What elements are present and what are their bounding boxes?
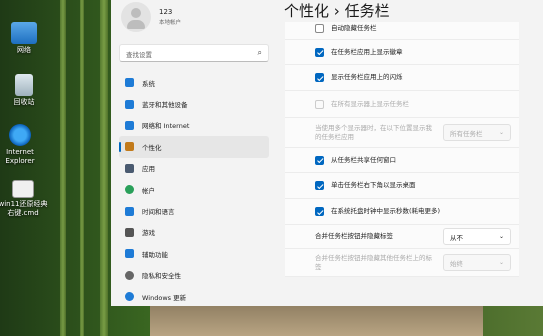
breadcrumb-current: 任务栏 [344, 2, 390, 20]
multi-monitor-dropdown: 所有任务栏 ⌄ [443, 124, 511, 141]
sidebar-item-label: 网络和 Internet [142, 122, 190, 131]
checkbox-badges[interactable] [315, 47, 324, 57]
avatar [121, 2, 151, 32]
option-label: 当使用多个显示器时，在以下位置显示我的任务栏应用 [315, 123, 432, 141]
bluetooth-icon [125, 99, 134, 109]
sidebar-item-label: 系统 [142, 79, 155, 88]
sidebar-item-8[interactable]: 辅助功能 [119, 243, 269, 264]
search-input[interactable]: 查找设置 ⌕ [119, 44, 269, 62]
apps-icon [125, 163, 134, 173]
system-icon [125, 78, 134, 88]
chevron-down-icon: ⌄ [498, 129, 504, 136]
sidebar-item-label: Windows 更新 [142, 293, 187, 302]
sidebar-item-6[interactable]: 时间和语言 [119, 200, 269, 221]
cmd-file-icon [12, 180, 34, 198]
option-label: 合并任务栏按钮并隐藏其他任务栏上的标签 [315, 253, 432, 271]
combine-main-dropdown[interactable]: 从不 ⌄ [443, 228, 511, 245]
breadcrumb-parent[interactable]: 个性化 [284, 2, 329, 20]
desktop-icon-ie[interactable]: Internet Explorer [0, 124, 44, 166]
sidebar-item-0[interactable]: 系统 [119, 72, 269, 93]
sidebar-item-10[interactable]: Windows 更新 [119, 286, 269, 306]
account-icon [125, 185, 134, 195]
sidebar-item-label: 游戏 [142, 229, 155, 238]
option-label: 在任务栏应用上显示徽章 [331, 47, 403, 56]
desktop-icon-label: win11还原经典右键.cmd [0, 200, 48, 217]
checkbox-flashing[interactable] [315, 73, 324, 82]
option-label: 从任务栏共享任何窗口 [331, 155, 396, 164]
chevron-down-icon: ⌄ [498, 233, 504, 240]
checkbox-auto-hide[interactable] [315, 24, 324, 33]
checkbox-clock-seconds[interactable] [315, 207, 324, 216]
combine-other-dropdown: 始终 ⌄ [443, 254, 511, 271]
taskbar-behaviors-list: 自动隐藏任务栏 在任务栏应用上显示徽章 显示任务栏应用上的闪烁 在所有显示器上显… [285, 22, 519, 277]
network-wifi-icon [125, 120, 134, 130]
option-badges[interactable]: 在任务栏应用上显示徽章 [285, 40, 519, 65]
settings-sidebar: 123 本地帐户 查找设置 ⌕ 系统蓝牙和其他设备 网络和 Internet 个性化… [111, 0, 283, 306]
option-combine-main: 合并任务栏按钮并隐藏标签 从不 ⌄ [285, 225, 519, 249]
windows-update-icon [125, 292, 134, 302]
privacy-shield-icon [125, 270, 134, 280]
settings-window: 123 本地帐户 查找设置 ⌕ 系统蓝牙和其他设备 网络和 Internet 个性化… [111, 0, 543, 306]
accessibility-icon [125, 249, 134, 259]
sidebar-item-5[interactable]: 帐户 [119, 179, 269, 200]
option-label: 在系统托盘时钟中显示秒数(耗电更多) [331, 207, 441, 215]
sidebar-item-label: 个性化 [142, 143, 162, 152]
dropdown-value: 所有任务栏 [450, 129, 483, 138]
option-label: 单击任务栏右下角以显示桌面 [331, 181, 416, 189]
checkbox-share-window[interactable] [315, 155, 324, 165]
option-auto-hide[interactable]: 自动隐藏任务栏 [285, 22, 519, 40]
dropdown-value: 从不 [450, 233, 463, 242]
page-title: 个性化 › 任务栏 [284, 0, 390, 21]
user-profile[interactable]: 123 本地帐户 [121, 2, 181, 32]
option-all-displays: 在所有显示器上显示任务栏 [285, 91, 519, 118]
option-label: 显示任务栏应用上的闪烁 [331, 73, 403, 81]
gaming-icon [125, 227, 134, 237]
option-label: 在所有显示器上显示任务栏 [331, 99, 409, 108]
search-icon: ⌕ [257, 48, 262, 57]
time-language-icon [125, 206, 134, 216]
search-placeholder: 查找设置 [126, 51, 152, 59]
sidebar-item-4[interactable]: 应用 [119, 158, 269, 179]
chevron-down-icon: ⌄ [498, 259, 504, 266]
sidebar-item-1[interactable]: 蓝牙和其他设备 [119, 93, 269, 114]
ie-icon [9, 124, 31, 146]
dropdown-value: 始终 [450, 259, 463, 268]
sidebar-item-label: 应用 [142, 165, 155, 174]
sidebar-item-7[interactable]: 游戏 [119, 222, 269, 243]
recycle-bin-icon [15, 74, 33, 96]
checkbox-show-desktop[interactable] [315, 181, 324, 190]
option-flashing[interactable]: 显示任务栏应用上的闪烁 [285, 65, 519, 91]
sidebar-item-9[interactable]: 隐私和安全性 [119, 265, 269, 286]
sidebar-item-3[interactable]: 个性化 [119, 136, 269, 158]
desktop-icon-cmd-file[interactable]: win11还原经典右键.cmd [0, 180, 48, 218]
option-share-window[interactable]: 从任务栏共享任何窗口 [285, 148, 519, 173]
checkbox-all-displays [315, 99, 324, 109]
breadcrumb-separator: › [333, 2, 340, 20]
sidebar-item-label: 隐私和安全性 [142, 272, 181, 281]
sidebar-item-label: 辅助功能 [142, 250, 168, 259]
desktop-icon-recycle-bin[interactable]: 回收站 [0, 74, 48, 107]
sidebar-item-2[interactable]: 网络和 Internet [119, 115, 269, 136]
option-label: 自动隐藏任务栏 [331, 24, 377, 32]
option-show-desktop[interactable]: 单击任务栏右下角以显示桌面 [285, 173, 519, 199]
desktop-icon-network[interactable]: 网络 [0, 22, 48, 55]
network-icon [11, 22, 37, 44]
user-name: 123 [159, 8, 173, 16]
sidebar-nav: 系统蓝牙和其他设备 网络和 Internet 个性化应用帐户时间和语言游戏辅助功能隐… [119, 72, 269, 306]
sidebar-item-label: 时间和语言 [142, 208, 175, 217]
option-multi-monitor: 当使用多个显示器时，在以下位置显示我的任务栏应用 所有任务栏 ⌄ [285, 118, 519, 148]
option-label: 合并任务栏按钮并隐藏标签 [315, 232, 393, 240]
sidebar-item-label: 帐户 [142, 186, 155, 195]
desktop-icon-label: 回收站 [13, 98, 35, 106]
personalization-brush-icon [125, 142, 134, 152]
option-combine-other: 合并任务栏按钮并隐藏其他任务栏上的标签 始终 ⌄ [285, 249, 519, 277]
user-account-type: 本地帐户 [159, 20, 182, 26]
option-clock-seconds[interactable]: 在系统托盘时钟中显示秒数(耗电更多) [285, 199, 519, 225]
sidebar-item-label: 蓝牙和其他设备 [142, 101, 188, 110]
desktop-icon-label: 网络 [17, 46, 31, 54]
desktop-icon-label: Internet Explorer [5, 148, 35, 165]
